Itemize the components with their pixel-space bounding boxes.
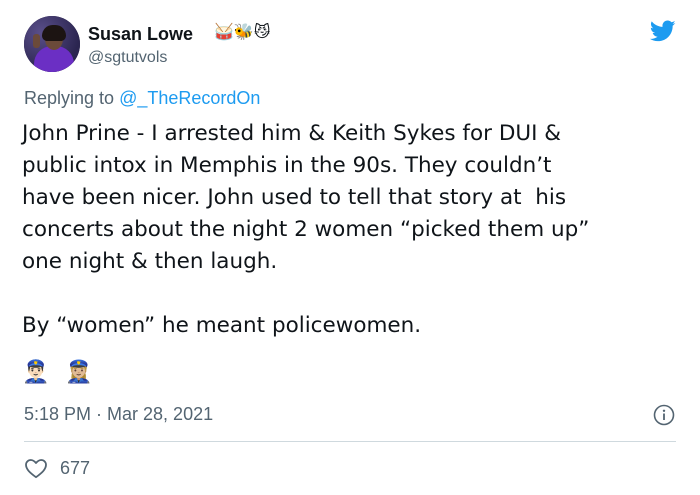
tweet-text: John Prine - I arrested him & Keith Syke…	[22, 121, 590, 338]
replying-to-prefix: Replying to	[24, 88, 120, 108]
divider	[24, 441, 676, 442]
heart-icon	[25, 459, 47, 479]
like-button[interactable]: 677	[24, 456, 90, 480]
author-name[interactable]: Susan Lowe	[88, 24, 193, 45]
twitter-bird-icon[interactable]	[647, 18, 679, 44]
author-handle[interactable]: @sgtutvols	[88, 49, 167, 67]
reply-mention-link[interactable]: @_TheRecordOn	[119, 88, 260, 108]
like-count: 677	[60, 457, 91, 478]
avatar-figure-hand	[33, 34, 40, 48]
avatar-figure-hair	[42, 25, 66, 41]
author-name-emojis: 🥁🐝😼	[214, 22, 271, 41]
tweet-card: Susan Lowe 🥁🐝😼 @sgtutvols Replying to @_…	[0, 0, 700, 495]
avatar[interactable]	[24, 16, 80, 72]
info-icon[interactable]	[652, 403, 676, 427]
police-emojis: 👮🏻‍♂️👮🏼‍♀️	[22, 360, 109, 385]
replying-to: Replying to @_TheRecordOn	[24, 88, 260, 109]
tweet-timestamp[interactable]: 5:18 PM · Mar 28, 2021	[24, 404, 213, 425]
